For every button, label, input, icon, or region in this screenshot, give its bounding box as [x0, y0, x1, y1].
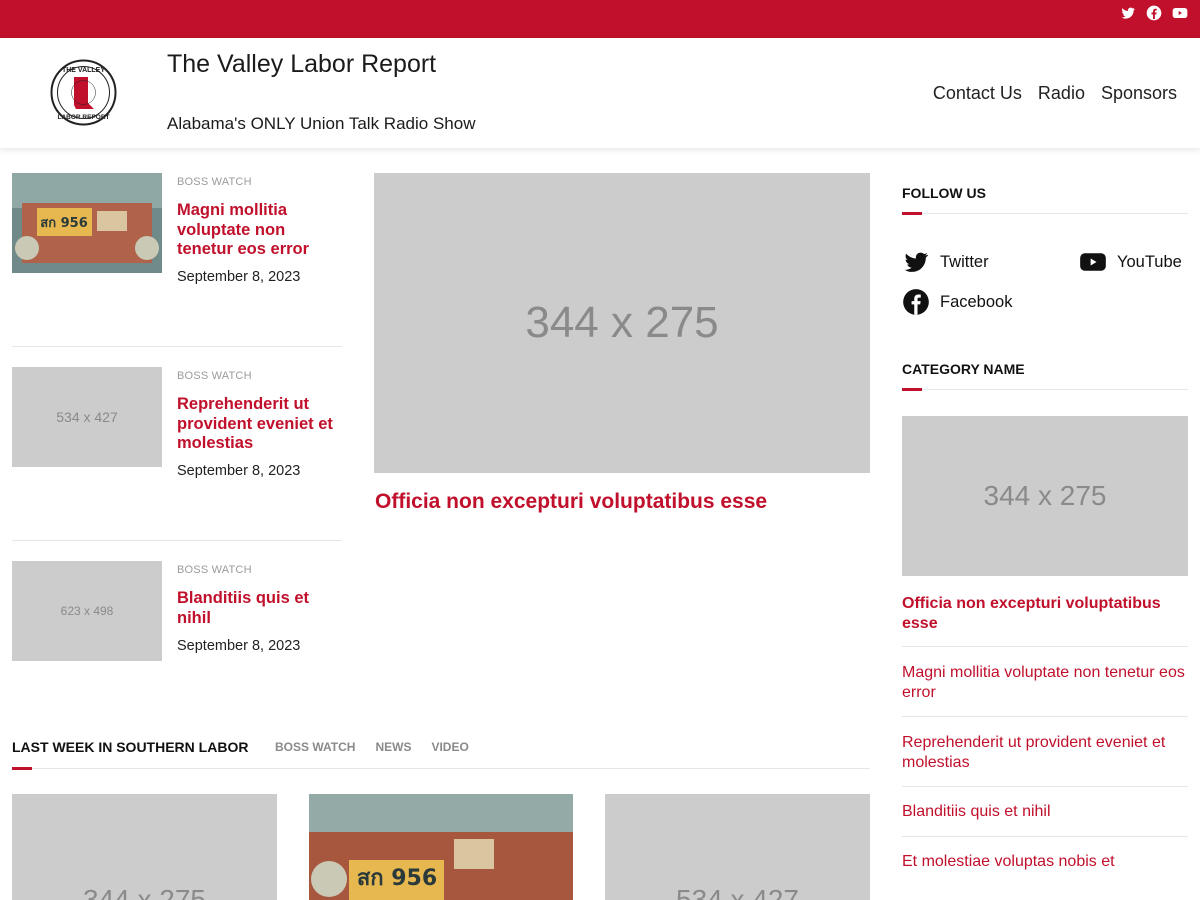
svg-text:THE VALLEY: THE VALLEY: [62, 67, 105, 74]
post-thumbnail[interactable]: 534 x 427: [12, 367, 162, 467]
divider: [902, 716, 1188, 717]
svg-text:สก 956: สก 956: [40, 216, 87, 231]
follow-facebook-label: Facebook: [940, 292, 1013, 311]
sidebar-post-link[interactable]: Et molestiae voluptas nobis et: [902, 852, 1188, 872]
tab-video[interactable]: VIDEO: [431, 740, 468, 754]
sidebar-post-link[interactable]: Blanditiis quis et nihil: [902, 802, 1188, 822]
heading-underline: [902, 388, 1188, 391]
category-image[interactable]: 344 x 275: [902, 416, 1188, 576]
post-category[interactable]: BOSS WATCH: [177, 176, 252, 188]
section-heading: LAST WEEK IN SOUTHERN LABOR: [12, 739, 249, 755]
post-title[interactable]: Magni mollitia voluptate non tenetur eos…: [177, 201, 342, 260]
follow-youtube[interactable]: YouTube: [1079, 248, 1182, 276]
sidebar-post-link[interactable]: Magni mollitia voluptate non tenetur eos…: [902, 663, 1188, 702]
twitter-icon[interactable]: [1120, 5, 1136, 21]
divider: [12, 540, 342, 541]
facebook-icon: [902, 288, 930, 316]
small-post: 623 x 498 BOSS WATCH Blanditiis quis et …: [12, 561, 342, 671]
placeholder-label: 344 x 275: [525, 298, 719, 347]
category-heading: CATEGORY NAME: [902, 361, 1025, 377]
post-category[interactable]: BOSS WATCH: [177, 370, 252, 382]
follow-twitter[interactable]: Twitter: [902, 248, 989, 276]
nav-radio[interactable]: Radio: [1038, 83, 1085, 104]
tab-boss-watch[interactable]: BOSS WATCH: [275, 740, 355, 754]
follow-youtube-label: YouTube: [1117, 252, 1182, 271]
site-title[interactable]: The Valley Labor Report: [167, 50, 436, 79]
tab-news[interactable]: NEWS: [375, 740, 411, 754]
small-post: 534 x 427 BOSS WATCH Reprehenderit ut pr…: [12, 367, 342, 537]
placeholder-label: 623 x 498: [60, 604, 114, 618]
twitter-icon: [902, 248, 930, 276]
post-date: September 8, 2023: [177, 463, 301, 479]
featured-title[interactable]: Officia non excepturi voluptatibus esse: [375, 490, 767, 514]
post-date: September 8, 2023: [177, 638, 301, 654]
sidebar-post-link[interactable]: Officia non excepturi voluptatibus esse: [902, 594, 1188, 633]
placeholder-label: 534 x 427: [676, 884, 799, 900]
svg-text:สก 956: สก 956: [357, 866, 437, 891]
post-thumbnail[interactable]: สก 956: [12, 173, 162, 273]
divider: [902, 786, 1188, 787]
divider: [12, 346, 342, 347]
youtube-icon[interactable]: [1172, 5, 1188, 21]
svg-text:LABOR REPORT: LABOR REPORT: [58, 114, 110, 121]
top-bar: [0, 0, 1200, 38]
post-card[interactable]: 534 x 427: [605, 794, 870, 900]
post-card[interactable]: สก 956: [309, 794, 573, 900]
post-title[interactable]: Blanditiis quis et nihil: [177, 589, 342, 628]
site-tagline: Alabama's ONLY Union Talk Radio Show: [167, 114, 476, 133]
site-header: THE VALLEY LABOR REPORT The Valley Labor…: [0, 38, 1200, 148]
post-title[interactable]: Reprehenderit ut provident eveniet et mo…: [177, 395, 342, 454]
sidebar-post-link[interactable]: Reprehenderit ut provident eveniet et mo…: [902, 733, 1188, 772]
main-nav: Contact Us Radio Sponsors: [933, 83, 1177, 104]
small-post: สก 956 BOSS WATCH Magni mollitia volupta…: [12, 173, 342, 343]
post-card[interactable]: 344 x 275: [12, 794, 277, 900]
heading-underline: [902, 212, 1188, 215]
top-social-links: [1120, 5, 1188, 21]
divider: [902, 646, 1188, 647]
section-underline: [12, 767, 870, 770]
placeholder-label: 344 x 275: [83, 884, 206, 900]
facebook-icon[interactable]: [1146, 5, 1162, 21]
post-thumbnail[interactable]: 623 x 498: [12, 561, 162, 661]
follow-us-heading: FOLLOW US: [902, 185, 986, 201]
placeholder-label: 344 x 275: [983, 480, 1107, 511]
featured-image[interactable]: 344 x 275: [374, 173, 870, 473]
follow-facebook[interactable]: Facebook: [902, 288, 1012, 316]
section-tabs: BOSS WATCH NEWS VIDEO: [275, 740, 469, 754]
divider: [902, 836, 1188, 837]
nav-contact-us[interactable]: Contact Us: [933, 83, 1022, 104]
youtube-icon: [1079, 248, 1107, 276]
post-card-photo: สก 956: [309, 794, 573, 900]
nav-sponsors[interactable]: Sponsors: [1101, 83, 1177, 104]
post-date: September 8, 2023: [177, 269, 301, 285]
post-category[interactable]: BOSS WATCH: [177, 564, 252, 576]
site-logo[interactable]: THE VALLEY LABOR REPORT: [50, 59, 117, 126]
placeholder-label: 534 x 427: [56, 409, 118, 425]
follow-twitter-label: Twitter: [940, 252, 989, 271]
